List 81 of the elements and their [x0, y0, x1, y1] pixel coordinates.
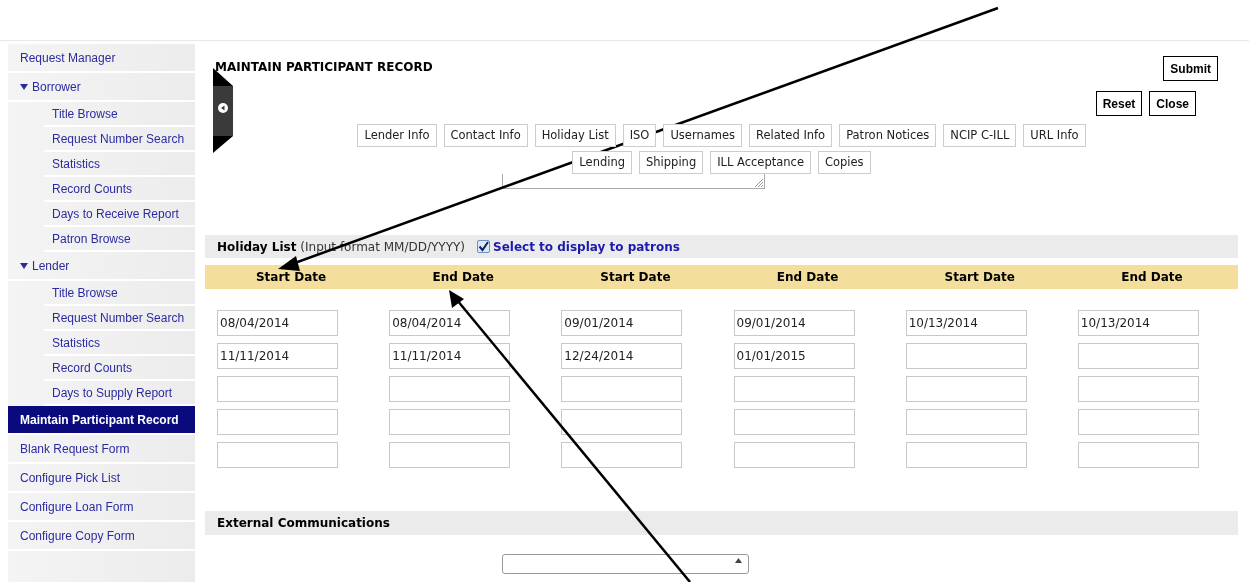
date-field[interactable]: 11/11/2014: [389, 343, 511, 369]
date-field[interactable]: [561, 409, 683, 435]
sidebar-subitem[interactable]: Request Number Search: [44, 306, 195, 331]
tab-button[interactable]: Contact Info: [443, 124, 528, 147]
sidebar-item[interactable]: Blank Request Form: [8, 435, 195, 464]
sidebar-subitem[interactable]: Title Browse: [44, 102, 195, 127]
text-area[interactable]: [502, 174, 765, 189]
sidebar-subitem[interactable]: Record Counts: [44, 356, 195, 381]
date-field[interactable]: [733, 442, 855, 468]
date-field[interactable]: [561, 442, 683, 468]
close-button[interactable]: Close: [1149, 91, 1196, 116]
date-field[interactable]: [905, 409, 1027, 435]
column-header: Start Date: [255, 269, 327, 286]
date-field[interactable]: 11/11/2014: [217, 343, 338, 369]
sidebar-subitem[interactable]: Statistics: [44, 152, 195, 177]
column-header: Start Date: [600, 269, 671, 286]
dropdown-field[interactable]: [502, 554, 749, 574]
date-field[interactable]: [1077, 409, 1199, 435]
date-field[interactable]: [217, 442, 338, 468]
caret-icon: [20, 83, 28, 90]
date-field[interactable]: [1077, 343, 1199, 369]
tab-button[interactable]: NCIP C-ILL: [943, 124, 1017, 147]
sidebar-group[interactable]: Lender: [8, 252, 195, 281]
tab-button[interactable]: ILL Acceptance: [710, 151, 811, 174]
tab-button[interactable]: Lending: [572, 151, 632, 174]
date-field[interactable]: [905, 442, 1027, 468]
date-field[interactable]: 12/24/2014: [561, 343, 683, 369]
date-field[interactable]: 01/01/2015: [733, 343, 855, 369]
date-field[interactable]: [1077, 442, 1199, 468]
date-field[interactable]: 09/01/2014: [561, 310, 683, 336]
tab-button[interactable]: URL Info: [1023, 124, 1086, 147]
sidebar-item[interactable]: Request Manager: [8, 44, 195, 73]
column-header: End Date: [776, 269, 839, 286]
tab-button[interactable]: Related Info: [749, 124, 833, 147]
sidebar-group[interactable]: Borrower: [8, 73, 195, 102]
date-field[interactable]: [389, 376, 511, 402]
column-header: End Date: [1121, 269, 1183, 286]
date-field[interactable]: 08/04/2014: [389, 310, 511, 336]
date-field[interactable]: [217, 409, 338, 435]
column-header: Start Date: [944, 269, 1015, 286]
section-title: External Communications: [217, 515, 390, 532]
submit-button[interactable]: Submit: [1163, 56, 1218, 81]
date-field[interactable]: [1077, 376, 1199, 402]
caret-icon: [20, 262, 28, 269]
sidebar-subitem[interactable]: Days to Receive Report: [44, 202, 195, 227]
page-title: MAINTAIN PARTICIPANT RECORD: [215, 59, 433, 76]
date-field[interactable]: [561, 376, 683, 402]
date-field[interactable]: [389, 409, 511, 435]
reset-button[interactable]: Reset: [1095, 91, 1143, 116]
display-checkbox[interactable]: Select to display to patrons: [477, 237, 680, 256]
caret-icon: [735, 558, 742, 563]
tab-button[interactable]: Lender Info: [357, 124, 437, 147]
date-field[interactable]: [389, 442, 511, 468]
sidebar-item[interactable]: Configure Copy Form: [8, 522, 195, 551]
tab-button[interactable]: ISO: [622, 124, 657, 147]
sidebar-subitem[interactable]: Patron Browse: [44, 227, 195, 252]
tab-button[interactable]: Holiday List: [534, 124, 616, 147]
checkmark-icon: [478, 241, 489, 252]
tab-button[interactable]: Usernames: [663, 124, 743, 147]
sidebar-subitem[interactable]: Record Counts: [44, 177, 195, 202]
sidebar-subitem[interactable]: Statistics: [44, 331, 195, 356]
date-field[interactable]: [733, 376, 855, 402]
date-field[interactable]: [905, 343, 1027, 369]
date-field[interactable]: 08/04/2014: [217, 310, 338, 336]
tab-button[interactable]: Copies: [818, 151, 871, 174]
date-field[interactable]: [733, 409, 855, 435]
date-field[interactable]: 10/13/2014: [1077, 310, 1199, 336]
date-field[interactable]: 09/01/2014: [733, 310, 855, 336]
column-header: End Date: [432, 269, 494, 286]
resize-grip-icon: [753, 177, 763, 187]
sidebar-item[interactable]: Configure Pick List: [8, 464, 195, 493]
date-field[interactable]: 10/13/2014: [905, 310, 1027, 336]
date-field[interactable]: [217, 376, 338, 402]
sidebar-item[interactable]: Maintain Participant Record: [8, 406, 195, 435]
sidebar-item[interactable]: Configure Loan Form: [8, 493, 195, 522]
sidebar-subitem[interactable]: Title Browse: [44, 281, 195, 306]
tab-button[interactable]: Patron Notices: [839, 124, 937, 147]
date-field[interactable]: [905, 376, 1027, 402]
sidebar-subitem[interactable]: Request Number Search: [44, 127, 195, 152]
checkbox[interactable]: [477, 240, 490, 253]
tab-button[interactable]: Shipping: [639, 151, 704, 174]
